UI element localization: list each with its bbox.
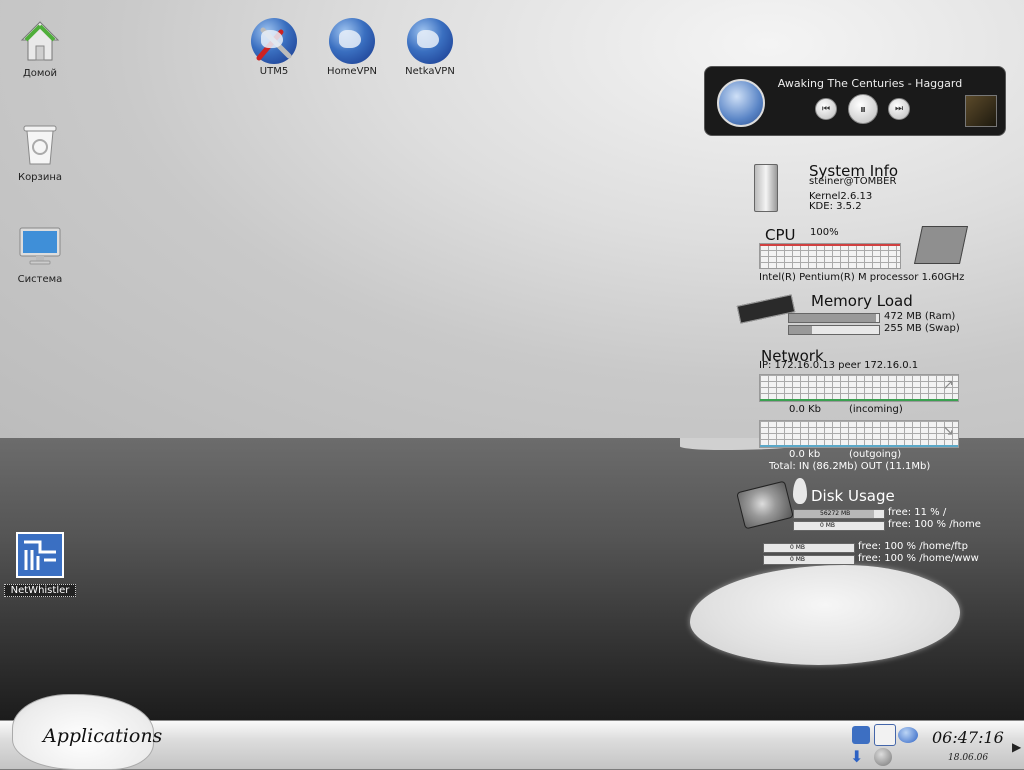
ram-label: 472 MB (Ram) xyxy=(884,311,956,322)
cpu-graph xyxy=(759,243,901,269)
desktop-icon-label: Корзина xyxy=(17,172,63,183)
desktop-icon-netkavpn[interactable]: NetkaVPN xyxy=(394,18,466,77)
wrench-icon xyxy=(256,27,292,61)
memory-title: Memory Load xyxy=(811,292,913,310)
desktop-icon-home[interactable]: Домой xyxy=(4,20,76,79)
previous-button[interactable]: ⏮ xyxy=(815,98,837,120)
swap-label: 255 MB (Swap) xyxy=(884,323,960,334)
desktop-icon-utm5[interactable]: UTM5 xyxy=(238,18,310,77)
desktop-icon-system[interactable]: Система xyxy=(4,226,76,285)
desktop-icon-label: Домой xyxy=(22,68,58,79)
desktop-icon-label: NetkaVPN xyxy=(405,66,455,77)
swap-bar-fill xyxy=(789,326,812,334)
outgoing-value: 0.0 kb xyxy=(789,449,821,460)
media-player: Awaking The Centuries - Haggard ⏮ ⏸ ⏭ xyxy=(704,66,1006,136)
disk-size: 0 MB xyxy=(790,544,806,551)
cpu-chip-icon xyxy=(913,226,969,264)
ram-bar xyxy=(788,313,880,323)
cpu-percent: 100% xyxy=(810,227,839,238)
album-cover xyxy=(965,95,997,127)
server-icon xyxy=(754,164,778,212)
network-tray-icon[interactable] xyxy=(874,724,896,746)
outgoing-graph-line xyxy=(760,445,958,447)
track-title: Awaking The Centuries - Haggard xyxy=(777,77,963,90)
cpu-name: Intel(R) Pentium(R) M processor 1.60GHz xyxy=(759,272,965,283)
wallpaper-drop xyxy=(793,478,807,504)
vpn-tray-icon[interactable] xyxy=(898,727,918,743)
disk-size: 0 MB xyxy=(790,556,806,563)
utm5-tray-icon[interactable] xyxy=(874,748,892,766)
disk-free-www: free: 100 % /home/www xyxy=(858,553,979,564)
next-icon: ⏭ xyxy=(894,104,904,114)
incoming-label: (incoming) xyxy=(849,404,903,415)
disk-free-ftp: free: 100 % /home/ftp xyxy=(858,541,968,552)
disk-size: 0 MB xyxy=(820,522,836,529)
sysinfo-user: steiner@TOMBER xyxy=(809,176,897,187)
trash-icon xyxy=(23,125,57,165)
incoming-value: 0.0 Kb xyxy=(789,404,821,415)
swap-bar xyxy=(788,325,880,335)
clock-time[interactable]: 06:47:16 xyxy=(932,728,1004,747)
sysinfo-kde: KDE: 3.5.2 xyxy=(809,201,862,212)
globe-tools-icon xyxy=(251,18,297,64)
disk-bar-home: 0 MB xyxy=(793,521,885,531)
desktop-icon-label: Система xyxy=(17,274,63,285)
ram-bar-fill xyxy=(789,314,877,322)
download-tray-icon[interactable]: ⬇ xyxy=(850,748,870,766)
network-total: Total: IN (86.2Mb) OUT (11.1Mb) xyxy=(769,461,931,472)
desktop-icon-label: UTM5 xyxy=(259,66,289,77)
network-ip: IP: 172.16.0.13 peer 172.16.0.1 xyxy=(759,360,919,371)
desktop-icon-label: HomeVPN xyxy=(327,66,377,77)
disk-free-home: free: 100 % /home xyxy=(888,519,981,530)
cpu-title: CPU xyxy=(765,226,796,244)
disk-size: 56272 MB xyxy=(820,510,851,517)
disk-title: Disk Usage xyxy=(811,487,895,505)
next-button[interactable]: ⏭ xyxy=(888,98,910,120)
clock-date: 18.06.06 xyxy=(948,753,989,763)
player-logo-icon[interactable] xyxy=(717,79,765,127)
home-icon xyxy=(20,21,60,61)
taskbar-scroll-icon[interactable]: ▶ xyxy=(1012,740,1021,754)
previous-icon: ⏮ xyxy=(821,104,831,114)
globe-icon xyxy=(329,18,375,64)
outgoing-label: (outgoing) xyxy=(849,449,902,460)
disk-bar-www: 0 MB xyxy=(763,555,855,565)
network-outgoing-graph: ↘ xyxy=(759,420,959,448)
desktop-icon-label: NetWhistler xyxy=(4,584,76,597)
disk-free-root: free: 11 % / xyxy=(888,507,947,518)
desktop-icon-homevpn[interactable]: HomeVPN xyxy=(316,18,388,77)
monitor-icon xyxy=(19,227,61,265)
applications-button[interactable]: Applications xyxy=(12,694,162,770)
network-incoming-graph: ↗ xyxy=(759,374,959,402)
globe-icon xyxy=(407,18,453,64)
disk-bar-root: 56272 MB xyxy=(793,509,885,519)
netwhistler-icon xyxy=(16,532,64,578)
pause-icon: ⏸ xyxy=(859,102,866,116)
volume-icon[interactable] xyxy=(852,726,870,744)
cpu-graph-line xyxy=(760,244,900,246)
disk-bar-ftp: 0 MB xyxy=(763,543,855,553)
pause-button[interactable]: ⏸ xyxy=(848,94,878,124)
applications-label: Applications xyxy=(43,725,163,747)
desktop-icon-trash[interactable]: Корзина xyxy=(4,122,76,183)
download-arrow-icon: ↘ xyxy=(942,423,954,439)
desktop-icon-netwhistler[interactable]: NetWhistler xyxy=(4,532,76,597)
incoming-graph-line xyxy=(760,399,958,401)
upload-arrow-icon: ↗ xyxy=(942,377,954,393)
